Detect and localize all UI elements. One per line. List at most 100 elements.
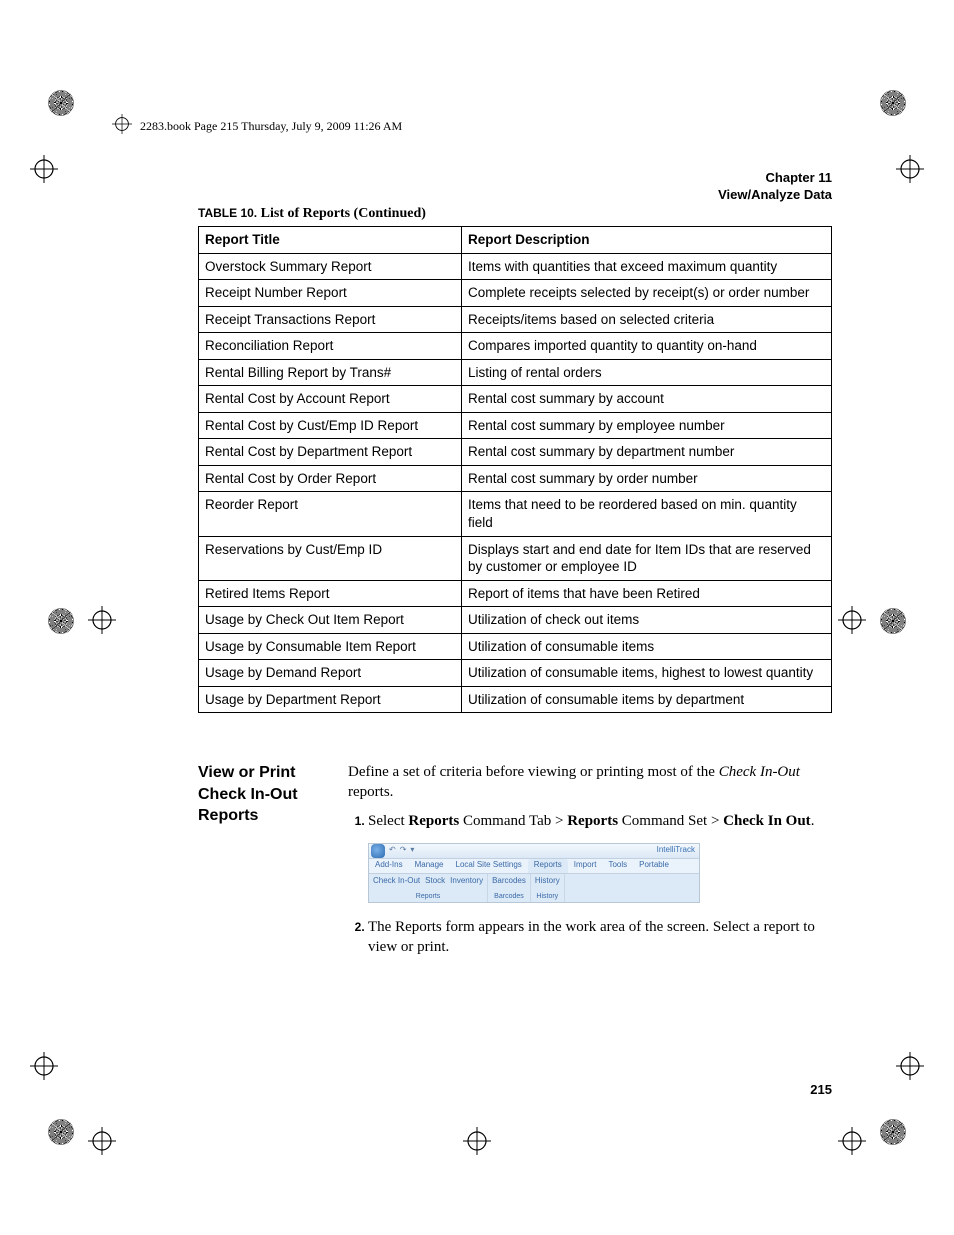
table-row: Reorder ReportItems that need to be reor… [199,492,832,536]
report-title-cell: Reconciliation Report [199,333,462,360]
chapter-number: Chapter 11 [718,170,832,187]
table-row: Reservations by Cust/Emp IDDisplays star… [199,536,832,580]
table-caption-lead: TABLE 10. [198,206,257,220]
report-desc-cell: Utilization of check out items [462,607,832,634]
table-row: Usage by Consumable Item ReportUtilizati… [199,633,832,660]
reports-table: Report Title Report Description Overstoc… [198,226,832,713]
table-row: Retired Items ReportReport of items that… [199,580,832,607]
registration-mark-icon [88,1127,116,1155]
table-caption-rest: List of Reports (Continued) [257,206,426,221]
report-title-cell: Reservations by Cust/Emp ID [199,536,462,580]
ribbon-group-label: Barcodes [492,892,526,901]
report-title-cell: Rental Cost by Department Report [199,439,462,466]
table-row: Rental Cost by Cust/Emp ID ReportRental … [199,412,832,439]
ribbon-group-label: Reports [373,892,483,901]
ribbon-group-reports: Check In-Out Stock Inventory Reports [369,874,488,902]
table-row: Rental Cost by Department ReportRental c… [199,439,832,466]
report-title-cell: Receipt Number Report [199,280,462,307]
ribbon-tab: Tools [602,859,633,873]
registration-dot-icon [880,1119,906,1145]
file-header-line: 2283.book Page 215 Thursday, July 9, 200… [112,114,402,138]
registration-dot-icon [880,90,906,116]
report-title-cell: Overstock Summary Report [199,253,462,280]
report-desc-cell: Utilization of consumable items, highest… [462,660,832,687]
report-title-cell: Rental Cost by Order Report [199,465,462,492]
registration-mark-icon [838,606,866,634]
table-row: Receipt Transactions ReportReceipts/item… [199,306,832,333]
section-heading: View or Print Check In-Out Reports [198,762,328,827]
report-desc-cell: Displays start and end date for Item IDs… [462,536,832,580]
report-desc-cell: Utilization of consumable items [462,633,832,660]
registration-dot-icon [48,608,74,634]
ribbon-group-label: History [535,892,560,901]
report-title-cell: Usage by Check Out Item Report [199,607,462,634]
ribbon-button: History [535,876,560,887]
report-title-cell: Usage by Demand Report [199,660,462,687]
report-desc-cell: Report of items that have been Retired [462,580,832,607]
app-orb-icon [371,844,385,858]
table-row: Usage by Department ReportUtilization of… [199,686,832,713]
report-title-cell: Rental Cost by Cust/Emp ID Report [199,412,462,439]
chapter-title: View/Analyze Data [718,187,832,204]
report-desc-cell: Compares imported quantity to quantity o… [462,333,832,360]
ribbon-tab: Add-Ins [369,859,409,873]
qat-icon: ↷ [400,845,407,856]
report-desc-cell: Rental cost summary by department number [462,439,832,466]
qat-icon: ▾ [410,845,414,856]
registration-mark-icon [88,606,116,634]
registration-mark-icon [112,114,132,138]
file-header-text: 2283.book Page 215 Thursday, July 9, 200… [140,119,402,134]
report-title-cell: Retired Items Report [199,580,462,607]
ribbon-tab: Reports [528,859,568,873]
report-title-cell: Rental Billing Report by Trans# [199,359,462,386]
table-caption: TABLE 10. List of Reports (Continued) [198,206,426,222]
report-title-cell: Receipt Transactions Report [199,306,462,333]
registration-dot-icon [880,608,906,634]
ribbon-tabs: Add-InsManageLocal Site SettingsReportsI… [369,859,699,874]
table-row: Reconciliation ReportCompares imported q… [199,333,832,360]
table-row: Overstock Summary ReportItems with quant… [199,253,832,280]
report-title-cell: Usage by Consumable Item Report [199,633,462,660]
ribbon-button: Barcodes [492,876,526,887]
registration-dot-icon [48,90,74,116]
ribbon-button: Inventory [450,876,483,887]
registration-mark-icon [463,1127,491,1155]
table-row: Rental Cost by Order ReportRental cost s… [199,465,832,492]
report-desc-cell: Rental cost summary by order number [462,465,832,492]
section-intro: Define a set of criteria before viewing … [348,762,832,803]
ribbon-group-history: History History [531,874,565,902]
ribbon-button: Check In-Out [373,876,420,887]
report-desc-cell: Rental cost summary by account [462,386,832,413]
registration-mark-icon [896,155,924,183]
table-row: Rental Billing Report by Trans#Listing o… [199,359,832,386]
registration-mark-icon [30,155,58,183]
step-1: Select Reports Command Tab > Reports Com… [368,811,832,903]
report-desc-cell: Items with quantities that exceed maximu… [462,253,832,280]
table-row: Rental Cost by Account ReportRental cost… [199,386,832,413]
page-number: 215 [810,1082,832,1097]
report-title-cell: Rental Cost by Account Report [199,386,462,413]
table-header-title: Report Title [199,227,462,254]
report-desc-cell: Complete receipts selected by receipt(s)… [462,280,832,307]
report-desc-cell: Items that need to be reordered based on… [462,492,832,536]
registration-mark-icon [30,1052,58,1080]
ribbon-tab: Import [568,859,603,873]
report-desc-cell: Rental cost summary by employee number [462,412,832,439]
ribbon-group-barcodes: Barcodes Barcodes [488,874,531,902]
report-desc-cell: Receipts/items based on selected criteri… [462,306,832,333]
app-brand: IntelliTrack [657,845,695,856]
report-desc-cell: Utilization of consumable items by depar… [462,686,832,713]
ribbon-tab: Local Site Settings [450,859,528,873]
ribbon-button: Stock [425,876,445,887]
report-title-cell: Usage by Department Report [199,686,462,713]
table-row: Usage by Check Out Item ReportUtilizatio… [199,607,832,634]
qat-icon: ↶ [389,845,396,856]
chapter-header: Chapter 11 View/Analyze Data [718,170,832,204]
ribbon-screenshot: ↶ ↷▾ IntelliTrack Add-InsManageLocal Site… [368,843,700,903]
quick-access-toolbar: ↶ ↷▾ [389,845,414,856]
step-2: The Reports form appears in the work are… [368,917,832,958]
registration-mark-icon [838,1127,866,1155]
ribbon-tab: Manage [409,859,450,873]
report-desc-cell: Listing of rental orders [462,359,832,386]
table-row: Usage by Demand ReportUtilization of con… [199,660,832,687]
